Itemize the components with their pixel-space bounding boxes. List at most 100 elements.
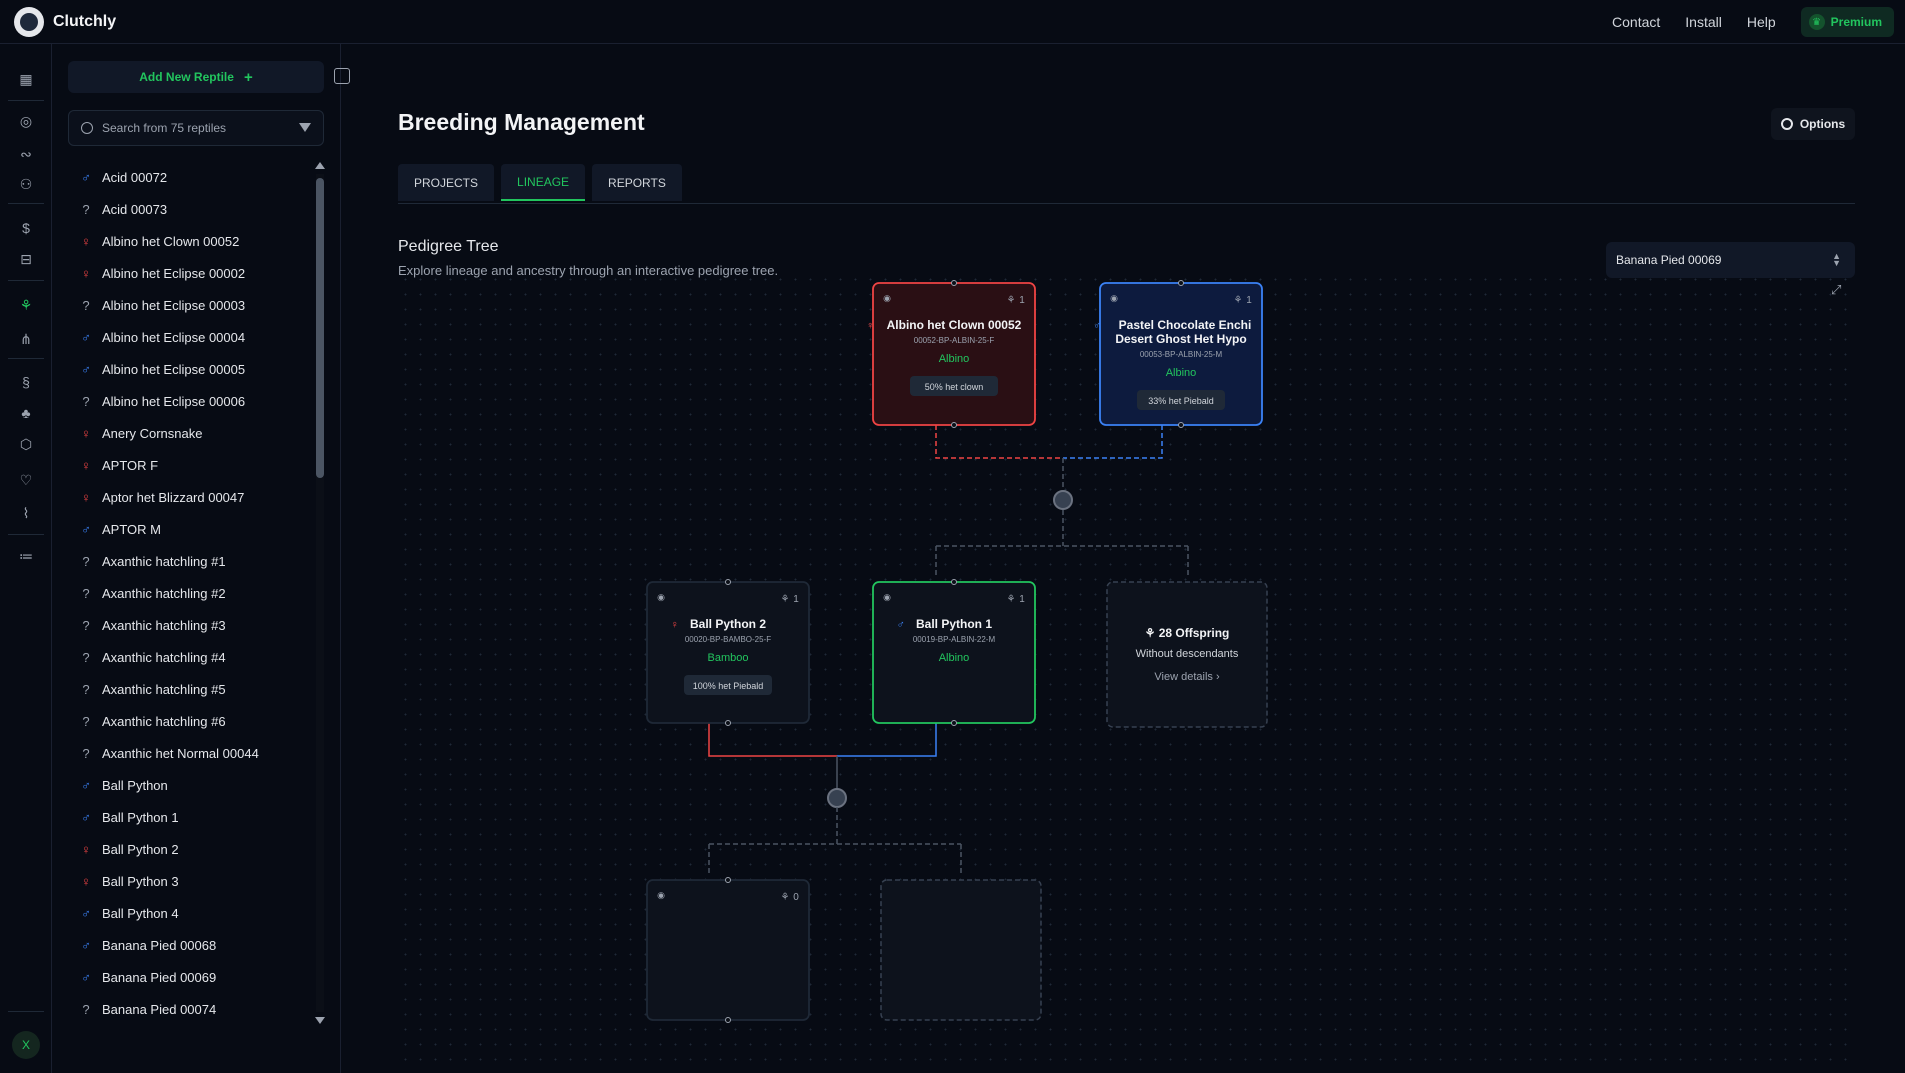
scroll-down-icon[interactable] [315, 1017, 325, 1024]
pairing-node[interactable] [1053, 490, 1073, 510]
reptile-list-item[interactable]: ? Axanthic het Normal 00044 [68, 737, 312, 769]
reptile-list-item[interactable]: ? Axanthic hatchling #2 [68, 577, 312, 609]
sprout-icon[interactable]: ♣ [16, 403, 36, 423]
reptile-list-item[interactable]: ? Banana Pied 00074 [68, 993, 312, 1021]
female-icon: ♀ [81, 489, 91, 505]
rail-divider [8, 1011, 44, 1012]
node-code: 00053-BP-ALBIN-25-M [1140, 350, 1223, 359]
users-icon[interactable]: ⚇ [16, 174, 36, 194]
reptile-list-item[interactable]: ♀ Anery Cornsnake [68, 417, 312, 449]
scroll-up-icon[interactable] [315, 162, 325, 169]
lineage-icon[interactable]: ⋔ [16, 329, 36, 349]
reptile-list-item[interactable]: ♀ Ball Python 3 [68, 865, 312, 897]
reptile-list-item[interactable]: ♀ Albino het Eclipse 00002 [68, 257, 312, 289]
offspring-icon: ⚘ [781, 892, 790, 903]
offspring-icon: ⚘ [1234, 295, 1243, 306]
reptile-list-item[interactable]: ? Axanthic hatchling #4 [68, 641, 312, 673]
chart-icon[interactable]: ⌇ [16, 503, 36, 523]
reptile-name: Albino het Eclipse 00005 [102, 361, 246, 377]
globe-icon[interactable]: ◎ [16, 111, 36, 131]
reptile-list-item[interactable]: ? Axanthic hatchling #3 [68, 609, 312, 641]
female-icon: ♀ [866, 320, 874, 332]
reptile-list-item[interactable]: ♂ APTOR M [68, 513, 312, 545]
reptile-list-item[interactable]: ? Albino het Eclipse 00003 [68, 289, 312, 321]
reptile-select-value: Banana Pied 00069 [1616, 253, 1722, 267]
reptile-list-item[interactable]: ♂ Acid 00072 [68, 161, 312, 193]
app-name[interactable]: Clutchly [53, 13, 116, 31]
reptile-search [68, 110, 324, 146]
gear-icon [1780, 118, 1793, 130]
reptile-list-item[interactable]: ? Axanthic hatchling #5 [68, 673, 312, 705]
reptile-list-item[interactable]: ♀ Aptor het Blizzard 00047 [68, 481, 312, 513]
node-morph: Albino [939, 652, 970, 664]
search-icon [81, 122, 93, 134]
reptile-list-item[interactable]: ? Acid 00073 [68, 193, 312, 225]
reptile-list-item[interactable]: ? Axanthic hatchling #6 [68, 705, 312, 737]
tab-lineage[interactable]: LINEAGE [501, 164, 586, 201]
female-icon: ♀ [81, 873, 91, 889]
reptile-list-item[interactable]: ♂ Ball Python 4 [68, 897, 312, 929]
shopping-bag-icon[interactable]: ⊟ [16, 249, 36, 269]
reptile-name: Banana Pied 00068 [102, 937, 217, 953]
nav-contact[interactable]: Contact [1612, 14, 1660, 30]
node-name: Albino het Clown 00052 [887, 318, 1022, 332]
snake-icon[interactable]: § [16, 372, 36, 392]
reptile-list-item[interactable]: ♂ Ball Python 1 [68, 801, 312, 833]
pedigree-canvas[interactable]: ⤢ ◉ ⚘ 1 Albino het Clown 00052 ♀ 00052-BP-ALB… [398, 272, 1855, 1073]
female-icon: ♀ [671, 619, 679, 631]
node-handle [951, 579, 957, 585]
tab-projects[interactable]: PROJECTS [398, 164, 495, 201]
reptile-list-item[interactable]: ? Albino het Eclipse 00006 [68, 385, 312, 417]
nav-help[interactable]: Help [1747, 14, 1776, 30]
reptile-name: Axanthic hatchling #4 [102, 649, 226, 665]
options-button[interactable]: Options [1771, 108, 1855, 140]
female-icon: ♀ [81, 233, 91, 249]
settings-sliders-icon[interactable]: ≔ [16, 546, 36, 566]
premium-button[interactable]: ♛ Premium [1800, 7, 1894, 37]
reptile-list-item[interactable]: ♂ Banana Pied 00068 [68, 929, 312, 961]
offspring-connector [935, 510, 1189, 578]
search-input[interactable] [102, 121, 292, 135]
eye-icon: ◉ [883, 592, 891, 602]
eye-icon: ◉ [657, 592, 665, 602]
reptile-icon[interactable]: ∾ [16, 144, 36, 164]
eye-icon: ◉ [883, 293, 891, 303]
dollar-icon[interactable]: $ [16, 218, 36, 238]
reptile-list-item[interactable]: ♀ Ball Python 2 [68, 833, 312, 865]
reptile-list-item[interactable]: ♂ Albino het Eclipse 00005 [68, 353, 312, 385]
breeding-icon[interactable]: ⚘ [16, 295, 36, 315]
list-scrollbar[interactable] [314, 162, 326, 1024]
offspring-count: 1 [1246, 295, 1252, 306]
reptile-list-item[interactable]: ♀ APTOR F [68, 449, 312, 481]
tab-reports[interactable]: REPORTS [592, 164, 682, 201]
options-label: Options [1799, 117, 1846, 131]
nav-install[interactable]: Install [1685, 14, 1722, 30]
male-icon: ♂ [897, 619, 905, 631]
reptile-list-item[interactable]: ♂ Ball Python [68, 769, 312, 801]
male-icon: ♂ [81, 361, 91, 377]
reptile-select[interactable]: Banana Pied 00069 ▲ ▼ [1606, 242, 1855, 278]
reptile-name: Albino het Eclipse 00002 [102, 265, 246, 281]
heart-icon[interactable]: ♡ [16, 470, 36, 490]
reptile-list-item[interactable]: ♂ Banana Pied 00069 [68, 961, 312, 993]
add-reptile-button[interactable]: Add New Reptile + [68, 61, 324, 93]
node-name: Ball Python 1 [916, 617, 992, 631]
box-icon[interactable]: ⬡ [16, 434, 36, 454]
avatar[interactable]: X [12, 1031, 40, 1059]
filter-icon[interactable] [299, 123, 311, 132]
unknown-sex-icon: ? [82, 713, 90, 729]
reptile-list-item[interactable]: ♂ Albino het Eclipse 00004 [68, 321, 312, 353]
offspring-summary-card[interactable] [880, 879, 1042, 1021]
node-handle [1178, 422, 1184, 428]
pairing-node[interactable] [827, 788, 847, 808]
scrollbar-thumb[interactable] [316, 178, 324, 478]
app-logo[interactable] [14, 6, 44, 37]
dashboard-icon[interactable]: ▦ [16, 69, 36, 89]
node-handle [951, 280, 957, 286]
reptile-list-item[interactable]: ♀ Albino het Clown 00052 [68, 225, 312, 257]
male-icon: ♂ [81, 937, 91, 953]
node-handle [725, 720, 731, 726]
reptile-list-item[interactable]: ? Axanthic hatchling #1 [68, 545, 312, 577]
reptile-name: Banana Pied 00074 [102, 1001, 217, 1017]
node-handle [725, 579, 731, 585]
